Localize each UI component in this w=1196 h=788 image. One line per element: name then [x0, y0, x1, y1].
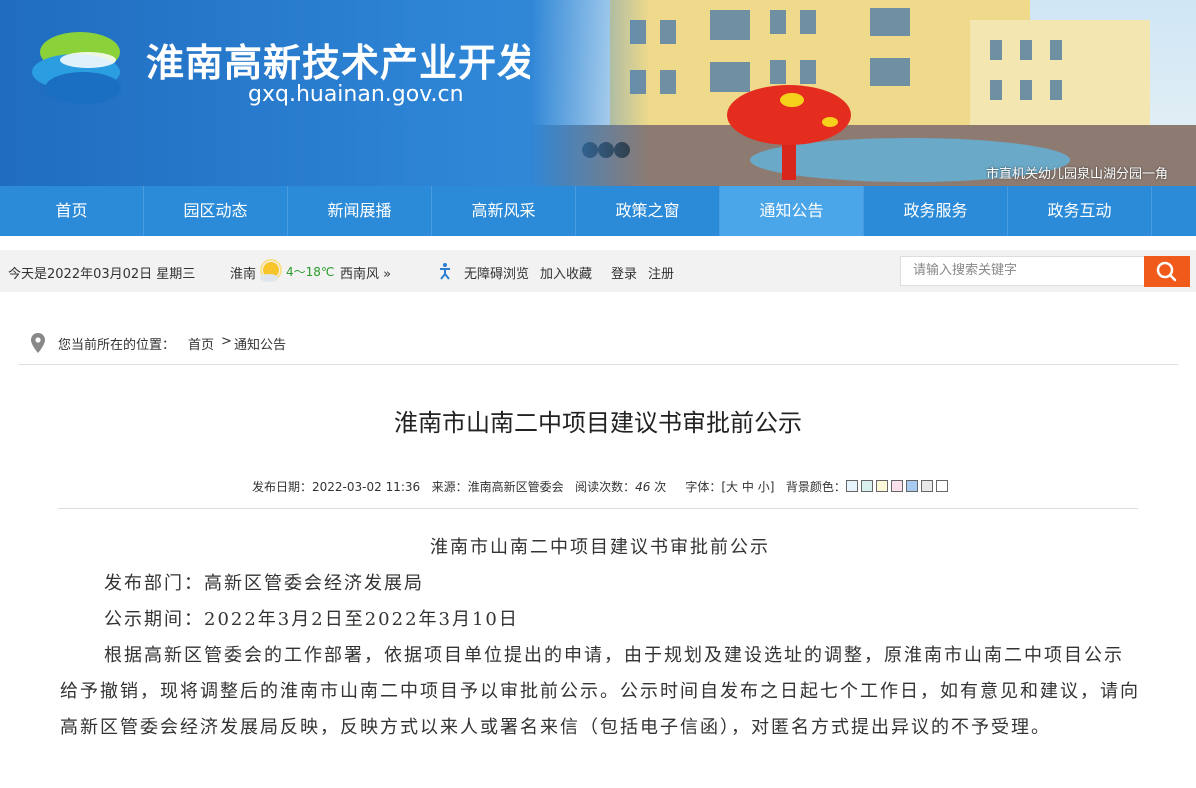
article-period: 公示期间：2022年3月2日至2022年3月10日 — [104, 609, 519, 630]
search-button[interactable] — [1144, 256, 1190, 287]
breadcrumb-home[interactable]: 首页 — [188, 334, 214, 353]
breadcrumb-current[interactable]: 通知公告 — [234, 334, 286, 353]
breadcrumb-separator: > — [221, 334, 232, 349]
nav-item-news[interactable]: 新闻展播 — [288, 186, 432, 236]
font-size-small[interactable]: 小 — [758, 480, 770, 494]
info-bar: 今天是2022年03月02日 星期三 淮南 4～18℃ 西南风 » 无障碍浏览 … — [0, 250, 1196, 292]
bg-color-swatch[interactable] — [860, 480, 873, 492]
site-title[interactable]: 淮南高新技术产业开发区 — [146, 32, 575, 87]
accessibility-icon — [440, 263, 450, 280]
site-header: 淮南高新技术产业开发区 gxq.huainan.gov.cn 市直机关幼儿园泉山… — [0, 0, 1196, 186]
article-department: 发布部门：高新区管委会经济发展局 — [104, 573, 424, 594]
search-icon — [1156, 261, 1177, 282]
breadcrumb-prefix: 您当前所在的位置： — [58, 338, 176, 353]
weather-city: 淮南 — [230, 267, 257, 282]
register-link[interactable]: 注册 — [648, 263, 674, 282]
nav-item-home[interactable]: 首页 — [0, 186, 144, 236]
site-logo[interactable] — [28, 26, 128, 110]
article-subtitle: 淮南市山南二中项目建议书审批前公示 — [430, 537, 770, 558]
article-meta: 发布日期：2022-03-02 11:36 来源：淮南高新区管委会 阅读次数：4… — [252, 478, 951, 495]
font-size-large[interactable]: 大 — [726, 480, 738, 494]
bg-color-swatch[interactable] — [845, 480, 858, 492]
search-input[interactable]: 请输入搜索关键字 — [900, 256, 1145, 286]
today-date: 今天是2022年03月02日 星期三 — [8, 267, 196, 282]
site-url: gxq.huainan.gov.cn — [248, 82, 464, 107]
divider — [58, 508, 1138, 509]
bg-color-swatch[interactable] — [890, 480, 903, 492]
nav-item-services[interactable]: 政务服务 — [864, 186, 1008, 236]
login-link[interactable]: 登录 — [611, 263, 637, 282]
nav-item-park-news[interactable]: 园区动态 — [144, 186, 288, 236]
meta-views: 46 — [635, 480, 651, 494]
accessible-browse-link[interactable]: 无障碍浏览 — [464, 263, 529, 282]
nav-item-policy[interactable]: 政策之窗 — [576, 186, 720, 236]
weather-sun-icon — [260, 259, 282, 282]
bg-color-swatch[interactable] — [920, 480, 933, 492]
font-size-medium[interactable]: 中 — [742, 480, 754, 494]
weather-temp: 4～18℃ — [286, 265, 335, 279]
meta-font-end: ] — [769, 480, 775, 494]
add-favorite-link[interactable]: 加入收藏 — [540, 263, 592, 282]
meta-date-label: 发布日期： — [252, 480, 313, 494]
meta-source: 淮南高新区管委会 — [467, 480, 564, 494]
meta-views-label: 阅读次数： — [575, 480, 636, 494]
bg-color-swatch[interactable] — [875, 480, 888, 492]
bg-color-swatches — [845, 480, 951, 494]
weather-wind[interactable]: 西南风 » — [340, 263, 391, 282]
meta-font-label: 字体：[ — [685, 480, 726, 494]
article-paragraph: 根据高新区管委会的工作部署，依据项目单位提出的申请，由于规划及建设选址的调整，原… — [60, 645, 1140, 738]
article-title: 淮南市山南二中项目建议书审批前公示 — [394, 409, 802, 437]
banner-image — [530, 0, 1196, 186]
meta-source-label: 来源： — [431, 480, 468, 494]
article-body: 淮南市山南二中项目建议书审批前公示 发布部门：高新区管委会经济发展局 公示期间：… — [60, 530, 1140, 746]
nav-item-interaction[interactable]: 政务互动 — [1008, 186, 1152, 236]
nav-item-style[interactable]: 高新风采 — [432, 186, 576, 236]
nav-item-notices[interactable]: 通知公告 — [720, 186, 864, 236]
banner-caption: 市直机关幼儿园泉山湖分园一角 — [985, 167, 1168, 182]
main-nav: 首页 园区动态 新闻展播 高新风采 政策之窗 通知公告 政务服务 政务互动 — [0, 186, 1196, 236]
bg-color-swatch[interactable] — [935, 480, 948, 492]
breadcrumb: 您当前所在的位置： 首页 > 通知公告 — [18, 324, 1178, 365]
meta-date: 2022-03-02 11:36 — [312, 480, 421, 494]
meta-bg-label: 背景颜色： — [785, 480, 846, 494]
location-pin-icon — [31, 333, 45, 353]
meta-views-unit: 次 — [654, 480, 667, 494]
bg-color-swatch[interactable] — [905, 480, 918, 492]
